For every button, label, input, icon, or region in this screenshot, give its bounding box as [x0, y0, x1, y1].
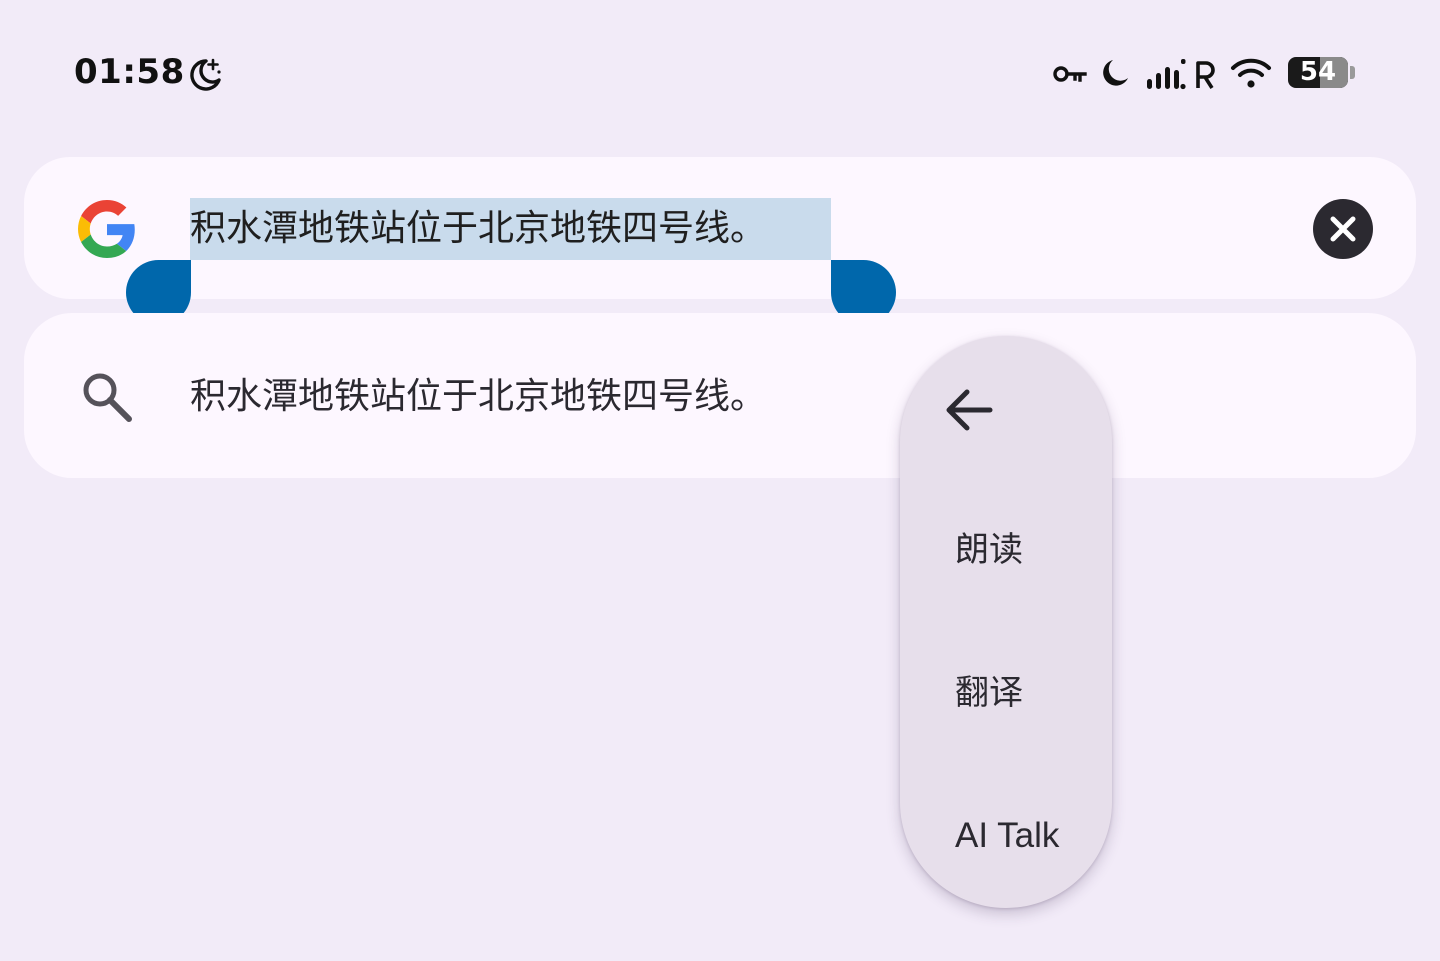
search-input[interactable]: 积水潭地铁站位于北京地铁四号线。	[190, 198, 766, 260]
clear-button[interactable]	[1313, 199, 1373, 259]
wifi-icon	[1231, 58, 1271, 88]
close-icon	[1330, 216, 1356, 242]
vpn-key-icon	[1053, 66, 1087, 82]
text-selection-menu: 朗读 翻译 AI Talk	[900, 336, 1112, 908]
screen: 01:58 54 积水潭地铁站位于北京地铁四号线。 积水潭地铁站位于北京地铁四号…	[0, 0, 1440, 961]
roaming-r-icon	[1196, 61, 1215, 89]
search-icon	[83, 373, 132, 422]
status-icons: 54	[1050, 52, 1370, 96]
menu-item-ai-talk[interactable]: AI Talk	[955, 814, 1059, 858]
menu-item-translate[interactable]: 翻译	[955, 671, 1023, 715]
do-not-disturb-moon-icon	[190, 58, 221, 91]
battery-nub	[1350, 66, 1355, 79]
battery-level: 54	[1299, 57, 1337, 87]
status-time: 01:58	[74, 52, 185, 92]
moon-icon	[1103, 60, 1128, 86]
menu-item-read-aloud[interactable]: 朗读	[955, 528, 1023, 572]
arrow-left-icon[interactable]	[940, 380, 998, 438]
suggestion-text: 积水潭地铁站位于北京地铁四号线。	[190, 376, 767, 417]
google-g-logo	[78, 200, 135, 258]
battery-icon: 54	[1288, 57, 1348, 88]
